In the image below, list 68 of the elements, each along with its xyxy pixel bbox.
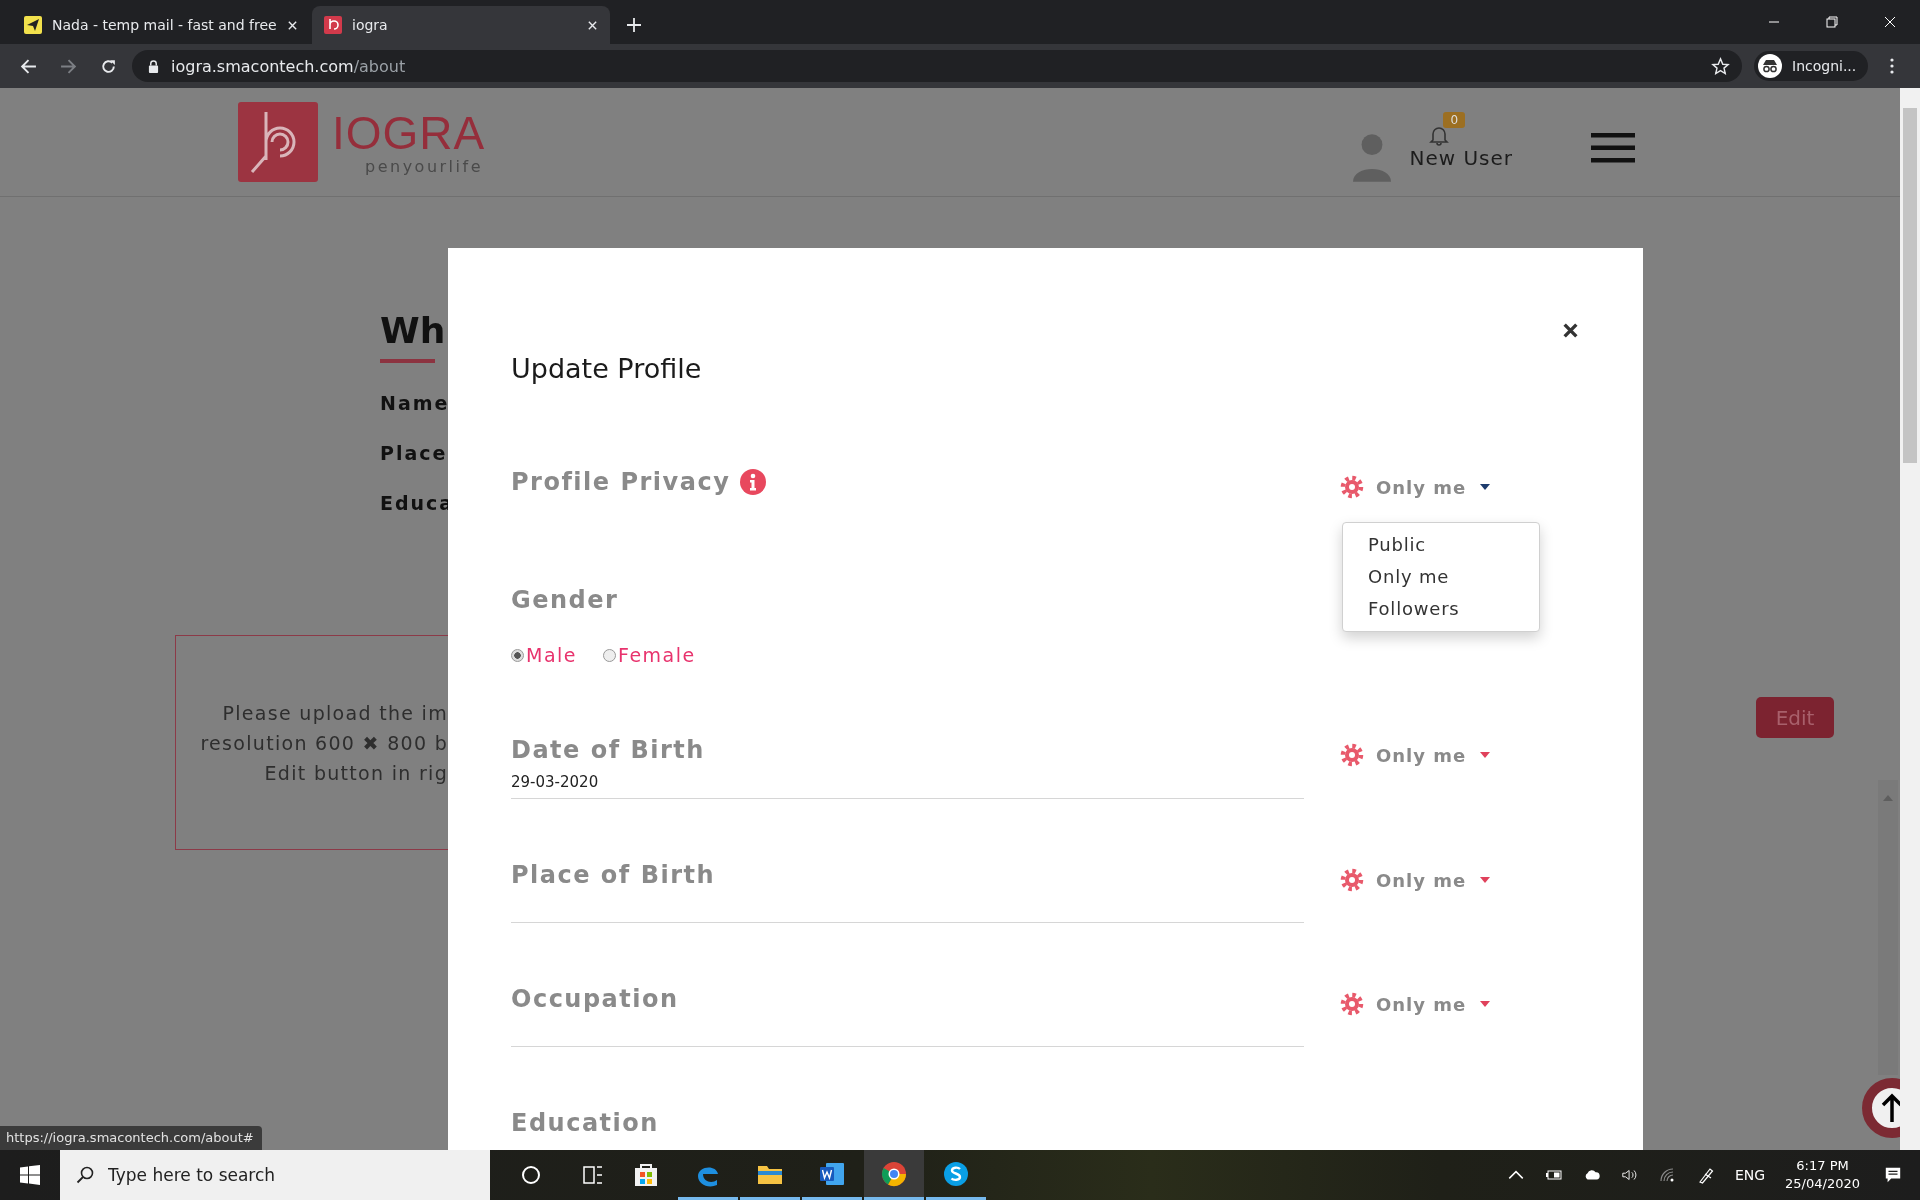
- menu-icon[interactable]: [1890, 58, 1895, 74]
- gear-icon: [1340, 743, 1364, 767]
- gear-icon: [1340, 992, 1364, 1016]
- menu-item[interactable]: Only me: [1368, 561, 1539, 593]
- task-view-icon[interactable]: [582, 1164, 604, 1186]
- caret-icon: [1480, 484, 1491, 490]
- notification-count: 0: [1443, 112, 1466, 128]
- menu-item[interactable]: Public: [1368, 529, 1539, 561]
- windows-start-icon[interactable]: [20, 1165, 40, 1185]
- field-label: Profile Privacy: [511, 467, 731, 498]
- scrollbar[interactable]: [1878, 780, 1898, 1075]
- close-icon[interactable]: [1562, 322, 1579, 339]
- caret-icon: [1480, 877, 1491, 883]
- forward-icon[interactable]: [60, 57, 77, 75]
- restore-icon[interactable]: [1826, 16, 1838, 28]
- browser-tab[interactable]: iogra: [312, 6, 610, 44]
- field-label: Occupation: [511, 985, 679, 1013]
- field-label: Education: [511, 1109, 659, 1137]
- menu-item[interactable]: Followers: [1368, 593, 1539, 625]
- gear-icon: [1340, 868, 1364, 892]
- address-field[interactable]: iogra.smacontech.com/about: [132, 50, 1742, 82]
- taskbar-app[interactable]: [864, 1150, 924, 1200]
- user-name[interactable]: New User: [1409, 146, 1513, 170]
- chrome-browser-icon: [880, 1159, 908, 1188]
- logo-mark[interactable]: [238, 102, 318, 182]
- field-label: Place of Birth: [511, 861, 716, 889]
- scrollbar-thumb[interactable]: [1903, 108, 1917, 463]
- close-tab-icon[interactable]: [587, 19, 598, 31]
- info-icon[interactable]: [740, 469, 767, 495]
- site-logo-icon: [324, 16, 342, 34]
- paper-plane-icon: [24, 16, 42, 34]
- profile-button[interactable]: Incogni...: [1754, 51, 1869, 81]
- bookmark-star-icon[interactable]: [1711, 56, 1730, 76]
- incognito-icon: [1758, 54, 1782, 78]
- field-label: Date of Birth: [511, 736, 705, 764]
- new-tab-icon[interactable]: [626, 17, 642, 33]
- lock-icon: [148, 59, 159, 73]
- field-label: Gender: [511, 585, 619, 616]
- logo-name: IOGRA: [332, 108, 486, 158]
- caret-icon: [1480, 1001, 1491, 1007]
- gear-icon: [1340, 475, 1364, 499]
- upload-note: Please upload the im resolution 600 ✖ 800 b Edit button in rig: [200, 700, 448, 786]
- search-icon: [76, 1166, 94, 1184]
- skype-icon: [942, 1159, 970, 1188]
- notifications-icon[interactable]: [1884, 1166, 1902, 1184]
- clock[interactable]: 6:17 PM 25/04/2020: [1785, 1157, 1860, 1193]
- bell-icon[interactable]: [1429, 124, 1450, 146]
- radio-circle[interactable]: [603, 648, 616, 662]
- reload-icon[interactable]: [100, 57, 117, 75]
- volume-icon[interactable]: [1620, 1166, 1639, 1184]
- menu-icon[interactable]: [1591, 133, 1635, 163]
- radio-circle[interactable]: [511, 648, 524, 662]
- browser-tab[interactable]: Nada - temp mail - fast and free: [12, 6, 310, 44]
- detail-label: Place: [380, 443, 448, 463]
- back-icon[interactable]: [20, 57, 37, 75]
- gender-radio[interactable]: Female: [603, 644, 696, 666]
- language-indicator[interactable]: ENG: [1734, 1167, 1766, 1183]
- gender-radio[interactable]: Male: [511, 644, 577, 666]
- close-tab-icon[interactable]: [287, 19, 298, 31]
- text-field[interactable]: 29-03-2020: [511, 766, 1304, 799]
- caret-icon: [1480, 752, 1491, 758]
- cortana-icon[interactable]: [520, 1164, 542, 1186]
- link-status-bar: https://iogra.smacontech.com/about#: [0, 1126, 262, 1150]
- dialog-title: Update Profile: [511, 352, 702, 386]
- section-heading: Wh: [380, 309, 446, 353]
- search-field[interactable]: Type here to search: [60, 1150, 490, 1200]
- scrollbar[interactable]: [1900, 88, 1920, 1150]
- detail-label: Name: [380, 393, 450, 413]
